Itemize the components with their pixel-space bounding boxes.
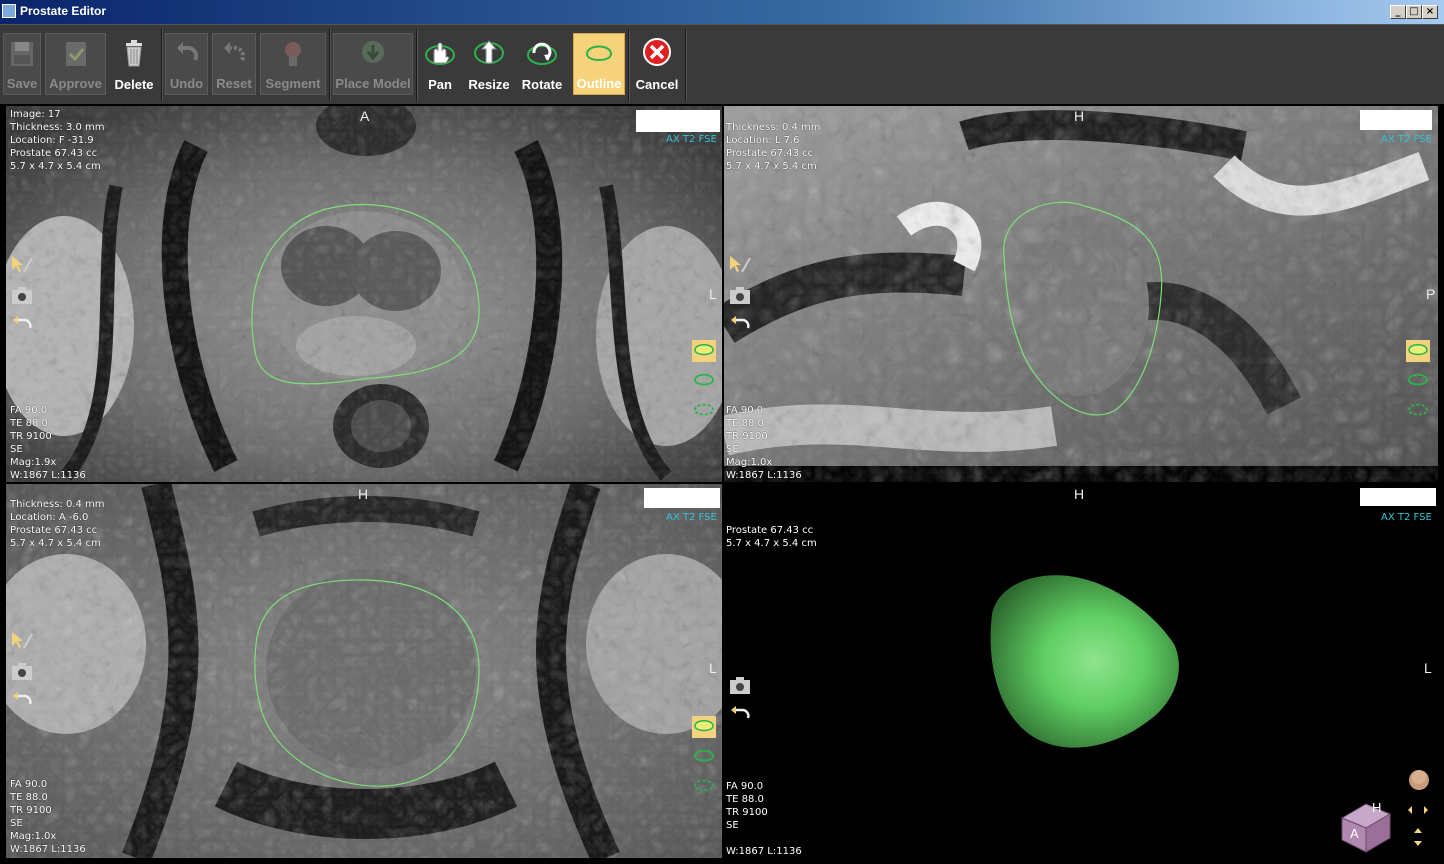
undo-button[interactable]: Undo [165, 33, 208, 95]
axial-viewport[interactable]: Image: 17 Thickness: 3.0 mm Location: F -3… [6, 106, 722, 482]
undo-view-icon[interactable] [10, 312, 34, 334]
toolbar-separator [161, 29, 163, 101]
model-3d-viewport[interactable]: Prostate 67.43 cc 5.7 x 4.7 x 5.4 cm H L … [724, 484, 1438, 858]
coronal-info: Thickness: 0.4 mm Location: A -6.0 Prostat… [10, 499, 105, 549]
camera-icon[interactable] [728, 674, 752, 696]
pointer-tool-icon[interactable] [728, 254, 752, 276]
outline-mode-fill-icon[interactable] [1406, 340, 1430, 362]
camera-icon[interactable] [10, 660, 34, 682]
resize-icon [474, 40, 504, 64]
orientation-right: L [709, 660, 717, 676]
series-label: AX T2 FSE [666, 134, 717, 145]
axial-info: Image: 17 Thickness: 3.0 mm Location: F -3… [10, 109, 105, 172]
toolbar-separator [628, 29, 630, 101]
outline-mode-dashed-icon[interactable] [692, 776, 716, 798]
coronal-viewport[interactable]: Thickness: 0.4 mm Location: A -6.0 Prostat… [6, 484, 722, 858]
sagittal-mri-image [724, 106, 1438, 482]
delete-button[interactable]: Delete [110, 33, 158, 95]
trash-icon [126, 40, 142, 67]
camera-icon[interactable] [728, 284, 752, 306]
hand-icon [425, 42, 455, 65]
series-label: AX T2 FSE [1381, 134, 1432, 145]
toolbar: Save Approve Delete Undo Reset Segment P… [0, 24, 1444, 104]
outline-mode-line-icon[interactable] [692, 370, 716, 392]
approve-button[interactable]: Approve [45, 33, 106, 95]
undo-view-icon[interactable] [728, 702, 752, 724]
series-label: AX T2 FSE [666, 512, 717, 523]
orientation-top: H [1074, 486, 1085, 502]
outline-mode-dashed-icon[interactable] [1406, 400, 1430, 422]
minimize-button[interactable]: _ [1390, 5, 1406, 19]
undo-view-icon[interactable] [728, 312, 752, 334]
rotate-icon [527, 42, 557, 65]
segment-icon [285, 42, 301, 66]
orientation-right: L [709, 286, 717, 302]
coronal-params: FA 90.0 TE 88.0 TR 9100 SE Mag:1.0x W:1867 L:… [10, 779, 86, 855]
cube-label-a: A [1350, 826, 1359, 841]
cancel-button[interactable]: Cancel [632, 33, 682, 95]
prostate-3d-model[interactable] [724, 484, 1438, 858]
window-title: Prostate Editor [20, 4, 107, 18]
save-icon [11, 42, 33, 66]
model-window-level: W:1867 L:1136 [726, 846, 802, 857]
head-orientation-icon[interactable] [1408, 768, 1430, 792]
place-model-button[interactable]: Place Model [333, 33, 413, 95]
save-button[interactable]: Save [3, 33, 41, 95]
rotation-arrows-icon[interactable] [1406, 804, 1432, 848]
series-label: AX T2 FSE [1381, 512, 1432, 523]
toolbar-separator [329, 29, 331, 101]
undo-icon [176, 42, 198, 62]
undo-view-icon[interactable] [10, 688, 34, 710]
sagittal-viewport[interactable]: Thickness: 0.4 mm Location: L 7.6 Prostate… [724, 106, 1438, 482]
outline-mode-fill-icon[interactable] [692, 340, 716, 362]
rotate-button[interactable]: Rotate [518, 33, 566, 95]
orientation-right: L [1424, 660, 1432, 676]
axial-mri-image [6, 106, 722, 482]
annotation-box [636, 110, 720, 132]
annotation-box [644, 488, 720, 508]
reset-icon [224, 42, 246, 62]
title-bar: Prostate Editor _ □ × [0, 0, 1444, 24]
coronal-mri-image [6, 484, 722, 858]
pointer-tool-icon[interactable] [10, 630, 34, 652]
segment-button[interactable]: Segment [260, 33, 326, 95]
outline-mode-line-icon[interactable] [1406, 370, 1430, 392]
place-model-icon [362, 41, 384, 63]
orientation-top: H [358, 486, 369, 502]
close-button[interactable]: × [1422, 5, 1438, 19]
sagittal-info: Thickness: 0.4 mm Location: L 7.6 Prostate… [726, 122, 821, 172]
resize-button[interactable]: Resize [466, 33, 512, 95]
cube-label-h: H [1372, 800, 1381, 815]
reset-button[interactable]: Reset [212, 33, 256, 95]
orientation-cube[interactable]: H A [1338, 788, 1398, 854]
outline-mode-dashed-icon[interactable] [692, 400, 716, 422]
approve-icon [65, 42, 86, 66]
app-icon [2, 4, 16, 18]
camera-icon[interactable] [10, 284, 34, 306]
orientation-top: A [360, 108, 370, 124]
orientation-top: H [1074, 108, 1085, 124]
model-info: Prostate 67.43 cc 5.7 x 4.7 x 5.4 cm [726, 525, 817, 549]
toolbar-separator [685, 29, 687, 101]
axial-params: FA 90.0 TE 88.0 TR 9100 SE Mag:1.9x W:1867 L:… [10, 405, 86, 481]
outline-mode-line-icon[interactable] [692, 746, 716, 768]
model-params: FA 90.0 TE 88.0 TR 9100 SE [726, 781, 768, 831]
annotation-box [1360, 488, 1436, 506]
cancel-icon [643, 38, 671, 66]
pan-button[interactable]: Pan [420, 33, 460, 95]
pointer-tool-icon[interactable] [10, 254, 34, 276]
orientation-right: P [1426, 286, 1436, 302]
sagittal-params: FA 90.0 TE 88.0 TR 9100 SE Mag:1.0x W:1867 L:… [726, 405, 802, 481]
toolbar-separator [416, 29, 418, 101]
outline-icon [585, 45, 613, 61]
outline-mode-fill-icon[interactable] [692, 716, 716, 738]
annotation-box [1360, 110, 1432, 130]
maximize-button[interactable]: □ [1406, 5, 1422, 19]
outline-button[interactable]: Outline [573, 33, 625, 95]
